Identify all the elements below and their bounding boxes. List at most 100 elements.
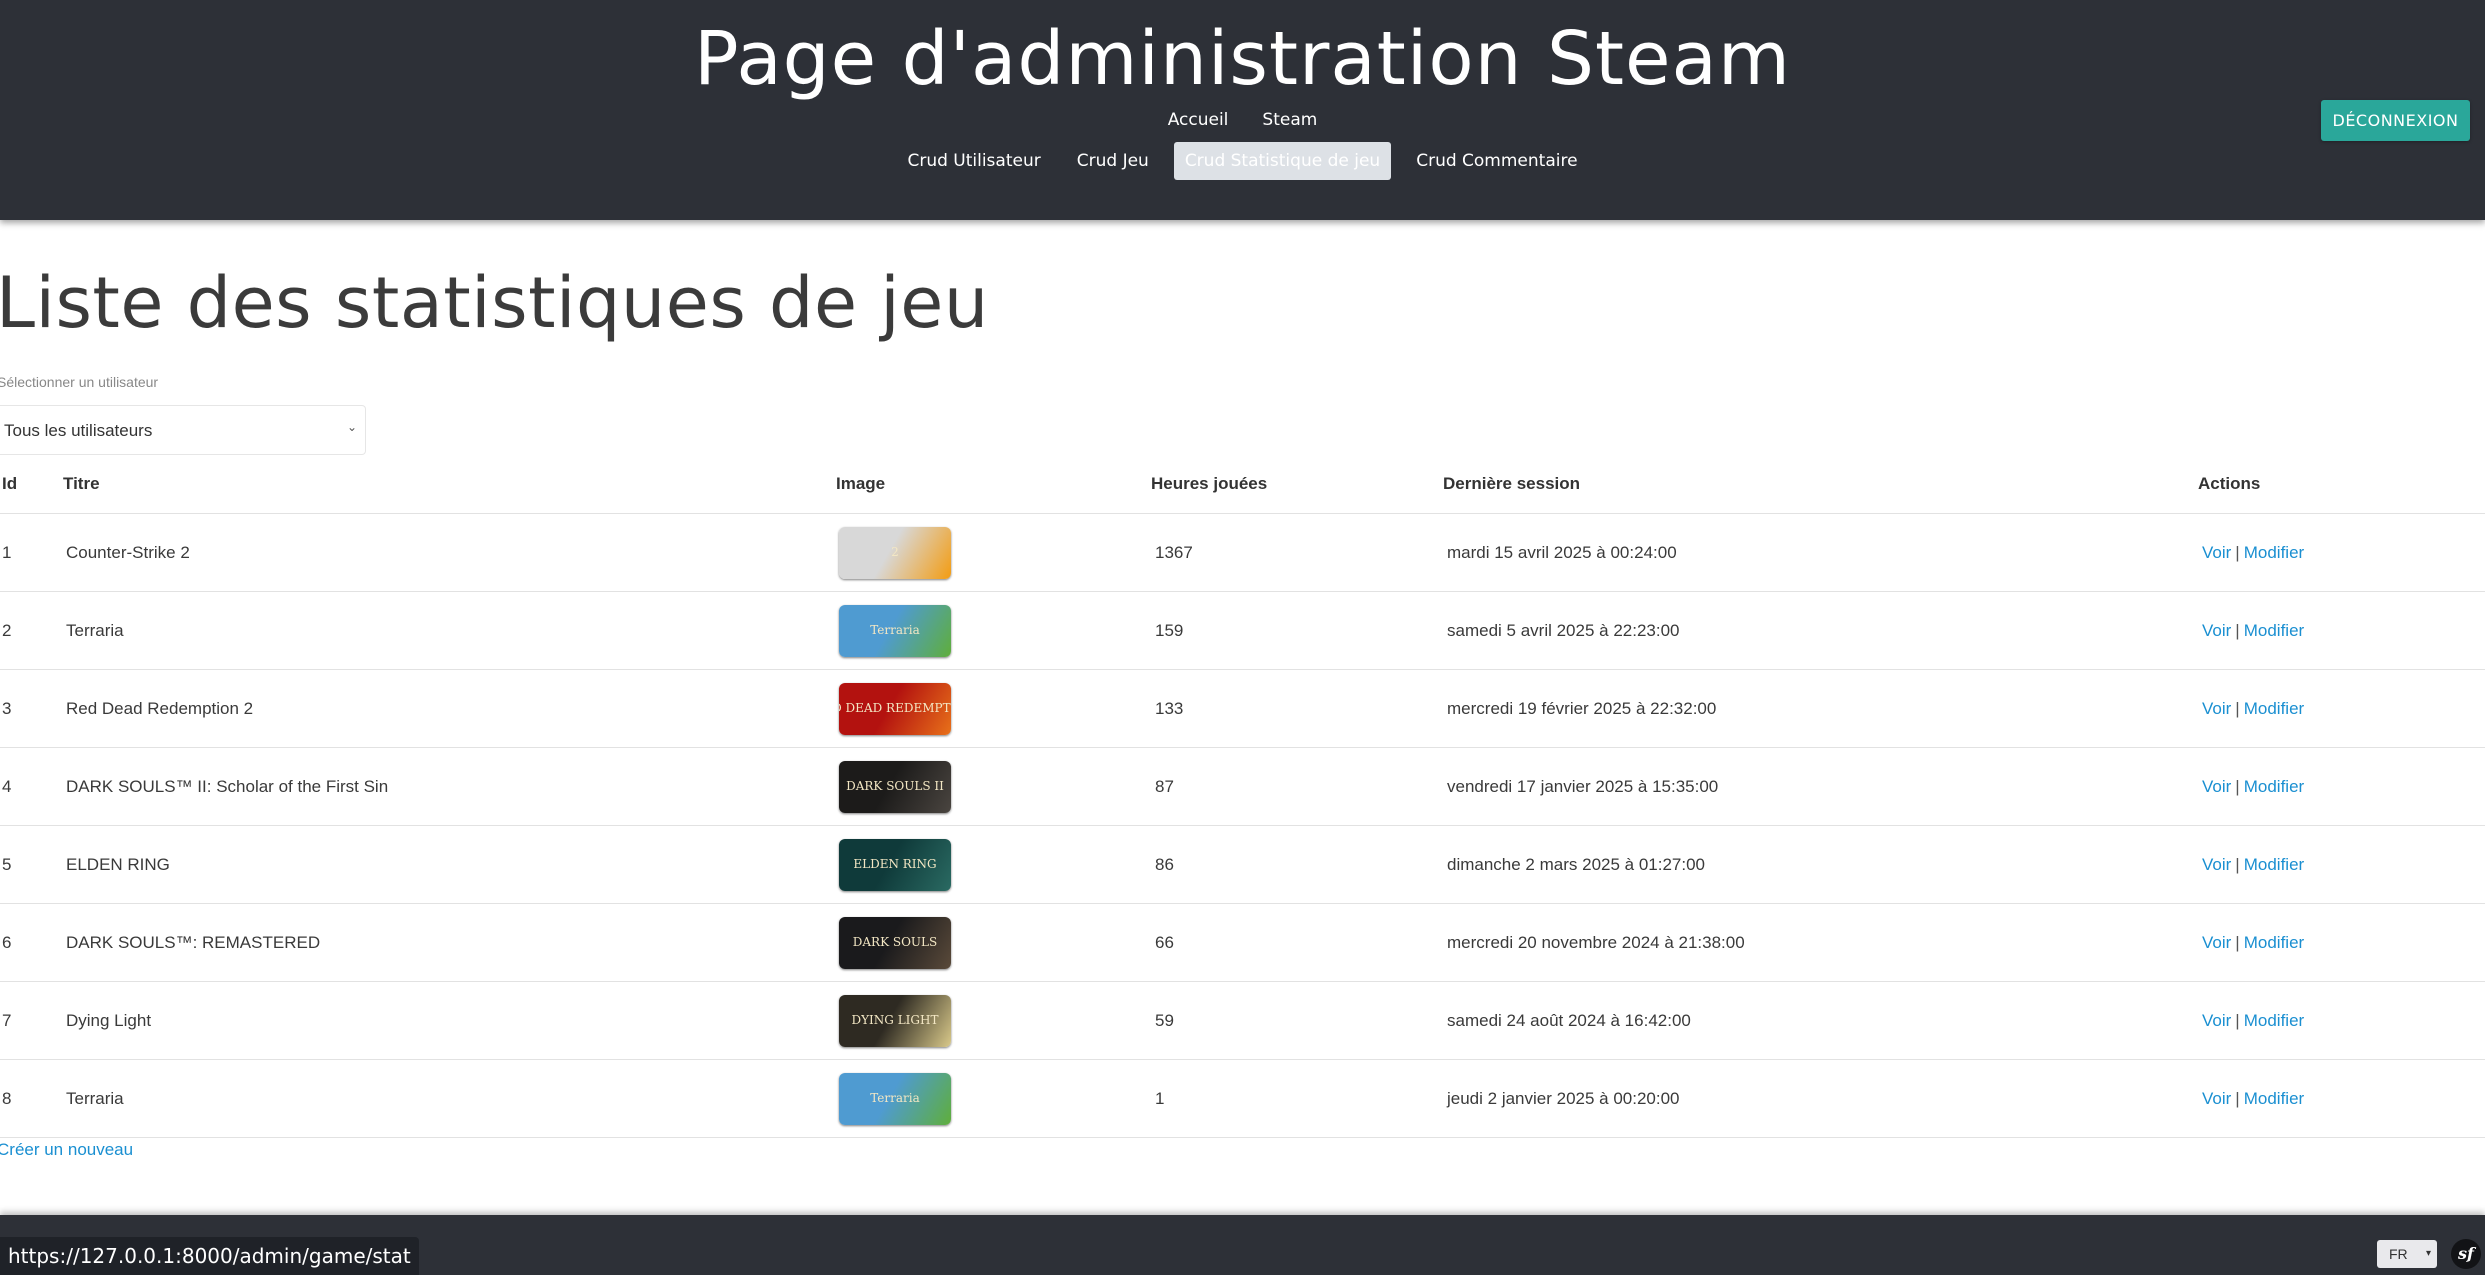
nav-link-crud-utilisateur[interactable]: Crud Utilisateur	[896, 142, 1051, 180]
game-thumbnail-art: ELDEN RING	[839, 838, 951, 891]
game-thumbnail: Terraria	[839, 604, 951, 657]
game-thumbnail: DYING LIGHT	[839, 994, 951, 1047]
nav-link-steam[interactable]: Steam	[1262, 110, 1317, 130]
edit-link[interactable]: Modifier	[2244, 1011, 2304, 1030]
row-actions: Voir | Modifier	[2202, 621, 2304, 641]
status-bar-url: https://127.0.0.1:8000/admin/game/stat	[0, 1237, 419, 1275]
language-select[interactable]: FR ▾	[2377, 1240, 2437, 1268]
row-title: ELDEN RING	[66, 854, 170, 874]
nav-link-accueil[interactable]: Accueil	[1168, 110, 1229, 130]
view-link[interactable]: Voir	[2202, 1011, 2231, 1030]
col-header-titre: Titre	[63, 474, 100, 493]
game-thumbnail: RED DEAD REDEMPTION	[839, 682, 951, 735]
row-id: 5	[2, 854, 12, 874]
view-link[interactable]: Voir	[2202, 699, 2231, 718]
col-header-actions: Actions	[2198, 474, 2261, 493]
table-row: 3 Red Dead Redemption 2 RED DEAD REDEMPTIO…	[0, 670, 2485, 748]
col-header-image: Image	[836, 474, 886, 493]
row-last-session: samedi 5 avril 2025 à 22:23:00	[1447, 620, 1680, 640]
game-thumbnail-art: DYING LIGHT	[839, 994, 951, 1047]
row-id: 4	[2, 776, 12, 796]
create-new-link[interactable]: Créer un nouveau	[0, 1140, 133, 1160]
game-thumbnail-text: DARK SOULS	[852, 935, 938, 950]
nav-link-crud-jeu[interactable]: Crud Jeu	[1066, 142, 1160, 180]
view-link[interactable]: Voir	[2202, 543, 2231, 562]
edit-link[interactable]: Modifier	[2244, 621, 2304, 640]
user-filter-select[interactable]: Tous les utilisateurs ⌄	[0, 405, 366, 455]
table-row: 8 Terraria Terraria 1 jeudi 2 janvier 2025 à…	[0, 1060, 2485, 1138]
row-hours-played: 1	[1155, 1088, 1165, 1108]
game-thumbnail-text: Terraria	[870, 623, 920, 638]
game-thumbnail: 2	[839, 526, 951, 579]
row-actions: Voir | Modifier	[2202, 1011, 2304, 1031]
edit-link[interactable]: Modifier	[2244, 699, 2304, 718]
action-separator: |	[2235, 542, 2240, 562]
row-id: 8	[2, 1088, 12, 1108]
view-link[interactable]: Voir	[2202, 855, 2231, 874]
action-separator: |	[2235, 776, 2240, 796]
row-actions: Voir | Modifier	[2202, 1089, 2304, 1109]
edit-link[interactable]: Modifier	[2244, 933, 2304, 952]
edit-link[interactable]: Modifier	[2244, 543, 2304, 562]
game-thumbnail-text: ELDEN RING	[853, 857, 937, 872]
row-last-session: mercredi 19 février 2025 à 22:32:00	[1447, 698, 1717, 718]
game-thumbnail: DARK SOULS	[839, 916, 951, 969]
table-row: 1 Counter-Strike 2 2 1367 mardi 15 avril 202…	[0, 514, 2485, 592]
edit-link[interactable]: Modifier	[2244, 1089, 2304, 1108]
row-title: Dying Light	[66, 1010, 152, 1030]
row-hours-played: 66	[1155, 932, 1174, 952]
row-last-session: mercredi 20 novembre 2024 à 21:38:00	[1447, 932, 1745, 952]
row-actions: Voir | Modifier	[2202, 699, 2304, 719]
language-value: FR	[2389, 1246, 2408, 1262]
game-thumbnail-art: 2	[839, 526, 951, 579]
nav-link-crud-statistique[interactable]: Crud Statistique de jeu	[1173, 142, 1392, 180]
row-title: Terraria	[66, 1088, 124, 1108]
row-hours-played: 159	[1155, 620, 1184, 640]
row-title: Terraria	[66, 620, 124, 640]
action-separator: |	[2235, 1010, 2240, 1030]
edit-link[interactable]: Modifier	[2244, 777, 2304, 796]
table-row: 5 ELDEN RING ELDEN RING 86 dimanche 2 mars 2…	[0, 826, 2485, 904]
row-id: 3	[2, 698, 12, 718]
view-link[interactable]: Voir	[2202, 621, 2231, 640]
row-actions: Voir | Modifier	[2202, 543, 2304, 563]
table-row: 2 Terraria Terraria 159 samedi 5 avril 2025 …	[0, 592, 2485, 670]
view-link[interactable]: Voir	[2202, 777, 2231, 796]
action-separator: |	[2235, 698, 2240, 718]
logout-button[interactable]: Déconnexion	[2321, 100, 2470, 141]
row-hours-played: 87	[1155, 776, 1174, 796]
game-thumbnail-art: Terraria	[839, 604, 951, 657]
row-id: 6	[2, 932, 12, 952]
view-link[interactable]: Voir	[2202, 1089, 2231, 1108]
game-thumbnail: DARK SOULS II	[839, 760, 951, 813]
row-hours-played: 86	[1155, 854, 1174, 874]
site-title: Page d'administration Steam	[694, 16, 1791, 102]
edit-link[interactable]: Modifier	[2244, 855, 2304, 874]
view-link[interactable]: Voir	[2202, 933, 2231, 952]
user-filter-value: Tous les utilisateurs	[4, 421, 153, 440]
row-actions: Voir | Modifier	[2202, 777, 2304, 797]
admin-header: Page d'administration Steam Accueil Stea…	[0, 0, 2485, 220]
row-title: Counter-Strike 2	[66, 542, 190, 562]
symfony-logo-icon[interactable]: sf	[2451, 1239, 2481, 1269]
chevron-down-icon: ⌄	[346, 420, 357, 434]
row-last-session: samedi 24 août 2024 à 16:42:00	[1447, 1010, 1691, 1030]
page-title: Liste des statistiques de jeu	[0, 262, 989, 344]
game-thumbnail-art: Terraria	[839, 1072, 951, 1125]
col-header-heures: Heures jouées	[1151, 474, 1268, 493]
table-row: 4 DARK SOULS™ II: Scholar of the First Si…	[0, 748, 2485, 826]
col-header-derniere-session: Dernière session	[1443, 474, 1581, 493]
nav-link-crud-commentaire[interactable]: Crud Commentaire	[1405, 142, 1588, 180]
row-last-session: vendredi 17 janvier 2025 à 15:35:00	[1447, 776, 1719, 796]
game-thumbnail-text: DYING LIGHT	[851, 1013, 939, 1028]
action-separator: |	[2235, 932, 2240, 952]
game-thumbnail-text: Terraria	[870, 1091, 920, 1106]
game-thumbnail-text: DARK SOULS II	[846, 779, 944, 794]
row-title: DARK SOULS™ II: Scholar of the First Sin	[66, 776, 389, 796]
col-header-id: Id	[2, 474, 18, 493]
primary-nav: Accueil Steam	[0, 110, 2485, 130]
action-separator: |	[2235, 620, 2240, 640]
row-last-session: jeudi 2 janvier 2025 à 00:20:00	[1447, 1088, 1680, 1108]
row-last-session: mardi 15 avril 2025 à 00:24:00	[1447, 542, 1677, 562]
row-title: DARK SOULS™: REMASTERED	[66, 932, 321, 952]
